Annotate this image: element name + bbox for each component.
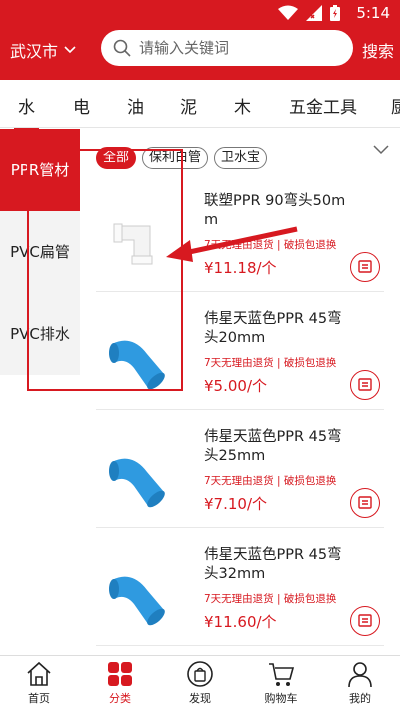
battery-icon xyxy=(330,5,340,21)
nav-category-label: 分类 xyxy=(109,692,131,705)
add-to-cart-button[interactable] xyxy=(350,370,380,400)
nav-discover[interactable]: 发现 xyxy=(170,660,230,706)
tab-hardware-tools[interactable]: 五金工具 xyxy=(289,93,357,118)
product-price: ¥5.00/个 xyxy=(204,377,267,395)
product-promo: 7天无理由退货 | 破损包退换 xyxy=(204,239,337,251)
city-selector[interactable]: 武汉市 xyxy=(10,38,76,62)
category-icon xyxy=(108,662,132,686)
profile-icon xyxy=(348,662,372,688)
search-input[interactable] xyxy=(139,39,339,57)
nav-cart[interactable]: 购物车 xyxy=(251,660,311,706)
nav-category[interactable]: 分类 xyxy=(90,660,150,706)
signal-icon xyxy=(306,5,322,21)
nav-profile[interactable]: 我的 xyxy=(330,660,390,706)
cart-add-icon xyxy=(358,614,372,627)
discover-icon xyxy=(187,661,213,687)
tab-water[interactable]: 水 xyxy=(14,93,39,131)
search-button[interactable]: 搜索 xyxy=(362,38,394,62)
cart-add-icon xyxy=(358,378,372,391)
nav-home[interactable]: 首页 xyxy=(9,660,69,706)
home-icon xyxy=(27,661,51,686)
tab-kitchen[interactable]: 厨 xyxy=(391,93,400,118)
status-time: 5:14 xyxy=(356,4,390,22)
chevron-down-icon xyxy=(64,46,76,54)
product-item[interactable]: 伟星天蓝色PPR 45弯头32mm 7天无理由退货 | 破损包退换 ¥11.60… xyxy=(96,528,384,646)
status-icons xyxy=(278,5,340,21)
product-price: ¥7.10/个 xyxy=(204,495,267,513)
product-price: ¥11.60/个 xyxy=(204,613,277,631)
nav-profile-label: 我的 xyxy=(349,692,371,705)
category-tabs: 水 电 油 泥 木 五金工具 厨 xyxy=(0,80,400,131)
search-icon xyxy=(113,39,131,57)
annotation-highlight-box xyxy=(27,149,183,391)
nav-cart-label: 购物车 xyxy=(264,692,298,705)
product-promo: 7天无理由退货 | 破损包退换 xyxy=(204,475,337,487)
filter-weishuibao[interactable]: 卫水宝 xyxy=(214,147,268,169)
nav-discover-label: 发现 xyxy=(189,692,211,705)
city-label: 武汉市 xyxy=(10,42,59,61)
nav-home-label: 首页 xyxy=(28,692,50,705)
product-name: 伟星天蓝色PPR 45弯头32mm xyxy=(204,547,342,582)
product-price: ¥11.18/个 xyxy=(204,259,277,277)
bottom-nav: 首页 分类 发现 购物车 我的 xyxy=(0,655,400,711)
product-image-elbow xyxy=(109,458,165,508)
tab-wood[interactable]: 木 xyxy=(234,93,251,118)
add-to-cart-button[interactable] xyxy=(350,252,380,282)
search-box[interactable] xyxy=(101,30,353,66)
tab-electric[interactable]: 电 xyxy=(73,93,90,118)
chevron-down-icon[interactable] xyxy=(372,144,390,156)
product-item[interactable]: 伟星天蓝色PPR 45弯头25mm 7天无理由退货 | 破损包退换 ¥7.10/… xyxy=(96,410,384,528)
product-name: 联塑PPR 90弯头50mm xyxy=(204,193,346,228)
tab-mud[interactable]: 泥 xyxy=(180,93,197,118)
product-name: 伟星天蓝色PPR 45弯头25mm xyxy=(204,429,342,464)
add-to-cart-button[interactable] xyxy=(350,488,380,518)
cart-add-icon xyxy=(358,496,372,509)
tab-oil[interactable]: 油 xyxy=(127,93,144,118)
product-image-elbow xyxy=(109,576,165,626)
product-promo: 7天无理由退货 | 破损包退换 xyxy=(204,593,337,605)
product-promo: 7天无理由退货 | 破损包退换 xyxy=(204,357,337,369)
wifi-icon xyxy=(278,5,298,20)
status-bar: 5:14 xyxy=(0,0,400,26)
add-to-cart-button[interactable] xyxy=(350,606,380,636)
product-name: 伟星天蓝色PPR 45弯头20mm xyxy=(204,311,342,346)
app-header: 5:14 武汉市 搜索 xyxy=(0,0,400,80)
cart-icon xyxy=(269,663,295,686)
cart-add-icon xyxy=(358,260,372,273)
